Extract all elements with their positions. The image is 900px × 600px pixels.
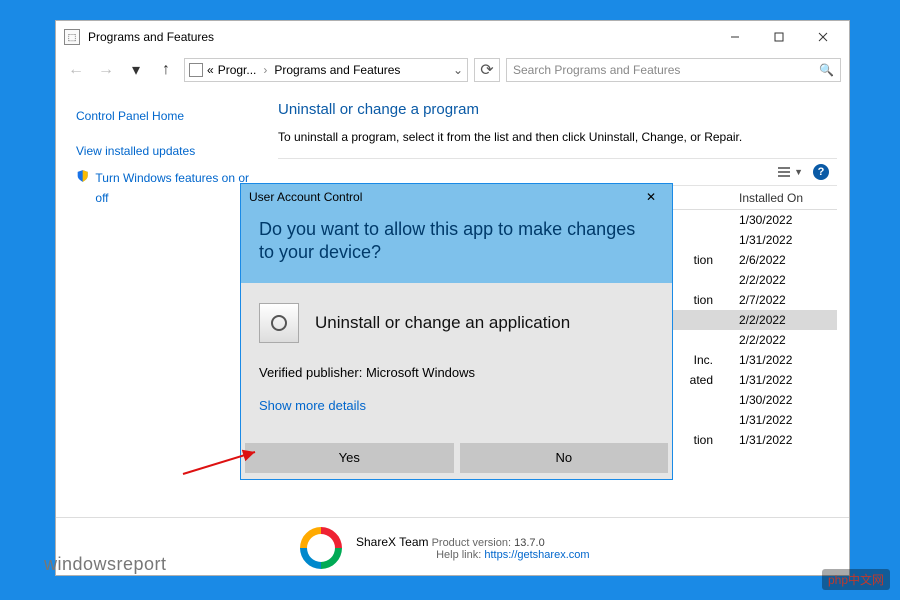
row-installed-date: 1/31/2022 — [739, 413, 829, 427]
up-button[interactable]: ↑ — [154, 58, 178, 82]
row-installed-date: 1/31/2022 — [739, 373, 829, 387]
watermark-phpcn: php中文网 — [822, 569, 890, 590]
page-heading: Uninstall or change a program — [278, 101, 837, 118]
breadcrumb-dropdown-icon[interactable]: ⌄ — [453, 63, 463, 77]
uac-publisher: Verified publisher: Microsoft Windows — [259, 365, 654, 380]
help-link-label: Help link: — [436, 549, 481, 561]
breadcrumb-part1[interactable]: Progr... — [218, 63, 257, 77]
sidebar-link-features[interactable]: Turn Windows features on or off — [76, 169, 258, 207]
sidebar-link-features-label: Turn Windows features on or off — [95, 169, 258, 207]
chevron-down-icon: ▼ — [794, 167, 803, 177]
window-title: Programs and Features — [88, 30, 713, 44]
window-icon: ⬚ — [64, 29, 80, 45]
refresh-button[interactable]: ⟳ — [474, 58, 500, 82]
uac-button-row: Yes No — [241, 443, 672, 479]
version-value: 13.7.0 — [514, 537, 545, 549]
row-installed-date: 2/6/2022 — [739, 253, 829, 267]
search-icon: 🔍 — [819, 63, 834, 77]
column-installed-on[interactable]: Installed On — [739, 191, 829, 205]
uac-app-row: Uninstall or change an application — [259, 303, 654, 343]
breadcrumb-part2[interactable]: Programs and Features — [274, 63, 400, 77]
forward-button[interactable]: → — [94, 58, 118, 82]
control-panel-icon — [189, 63, 203, 77]
titlebar: ⬚ Programs and Features — [56, 21, 849, 53]
back-button[interactable]: ← — [64, 58, 88, 82]
breadcrumb-root[interactable]: « — [207, 63, 214, 77]
toolbar: ▼ ? — [278, 158, 837, 186]
search-placeholder: Search Programs and Features — [513, 63, 819, 77]
navbar: ← → ▾ ↑ « Progr... › Programs and Featur… — [56, 53, 849, 87]
uac-app-name: Uninstall or change an application — [315, 313, 570, 333]
shield-icon — [76, 169, 89, 183]
version-label: Product version: — [432, 537, 511, 549]
page-subtitle: To uninstall a program, select it from t… — [278, 130, 837, 144]
uac-body: Uninstall or change an application Verif… — [241, 283, 672, 443]
help-link[interactable]: https://getsharex.com — [484, 549, 589, 561]
view-options-button[interactable]: ▼ — [777, 165, 803, 179]
row-installed-date: 1/31/2022 — [739, 353, 829, 367]
uac-titlebar: User Account Control ✕ — [241, 184, 672, 210]
uac-no-button[interactable]: No — [460, 443, 669, 473]
minimize-button[interactable] — [713, 22, 757, 52]
row-installed-date: 1/30/2022 — [739, 213, 829, 227]
application-icon — [259, 303, 299, 343]
sidebar: Control Panel Home View installed update… — [56, 87, 266, 517]
uac-close-button[interactable]: ✕ — [638, 186, 664, 208]
watermark-windowsreport: windowsreport — [44, 554, 167, 575]
maximize-button[interactable] — [757, 22, 801, 52]
uac-dialog: User Account Control ✕ Do you want to al… — [240, 183, 673, 480]
sharex-icon — [291, 518, 350, 577]
row-installed-date: 2/2/2022 — [739, 313, 829, 327]
search-input[interactable]: Search Programs and Features 🔍 — [506, 58, 841, 82]
uac-heading: Do you want to allow this app to make ch… — [241, 210, 672, 283]
details-pane: ShareX Team Product version: 13.7.0 Help… — [56, 517, 849, 577]
row-installed-date: 2/2/2022 — [739, 273, 829, 287]
uac-show-more-link[interactable]: Show more details — [259, 398, 654, 413]
row-installed-date: 1/31/2022 — [739, 233, 829, 247]
uac-title-text: User Account Control — [249, 190, 362, 204]
publisher-name: ShareX Team — [356, 535, 429, 549]
help-button[interactable]: ? — [813, 164, 829, 180]
uac-yes-button[interactable]: Yes — [245, 443, 454, 473]
window-controls — [713, 22, 845, 52]
chevron-right-icon: › — [263, 63, 267, 77]
address-bar[interactable]: « Progr... › Programs and Features ⌄ — [184, 58, 468, 82]
row-installed-date: 2/2/2022 — [739, 333, 829, 347]
close-button[interactable] — [801, 22, 845, 52]
sidebar-link-home[interactable]: Control Panel Home — [76, 107, 258, 126]
recent-dropdown[interactable]: ▾ — [124, 58, 148, 82]
details-text: ShareX Team Product version: 13.7.0 Help… — [356, 535, 590, 561]
row-installed-date: 2/7/2022 — [739, 293, 829, 307]
row-installed-date: 1/30/2022 — [739, 393, 829, 407]
row-installed-date: 1/31/2022 — [739, 433, 829, 447]
sidebar-link-updates[interactable]: View installed updates — [76, 142, 258, 161]
